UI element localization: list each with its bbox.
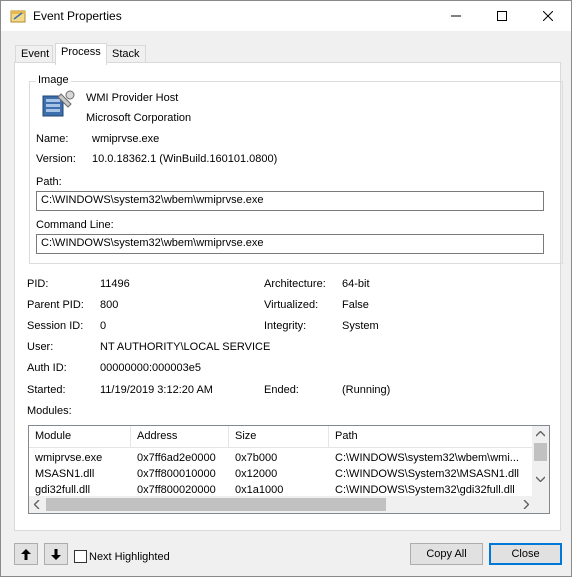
path-cell: C:\WINDOWS\System32\MSASN1.dll	[335, 468, 519, 480]
started-value: 11/19/2019 3:12:20 AM	[100, 384, 213, 396]
path-cell: C:\WINDOWS\system32\wbem\wmi...	[335, 452, 519, 464]
modules-list[interactable]: Module Address Size Path wmiprvse.exe 0x…	[28, 425, 550, 514]
close-icon	[543, 11, 553, 21]
version-value: 10.0.18362.1 (WinBuild.160101.0800)	[92, 153, 278, 165]
process-tab-panel: Image WMI Provider Host Microsoft Corpor…	[14, 62, 563, 531]
window-title: Event Properties	[33, 9, 122, 23]
app-icon	[10, 10, 26, 23]
copy-all-button[interactable]: Copy All	[410, 543, 483, 565]
column-header-path[interactable]: Path	[329, 426, 534, 448]
modules-header: Module Address Size Path	[29, 426, 534, 448]
address-cell: 0x7ff800010000	[137, 468, 216, 480]
scroll-left-icon[interactable]	[34, 500, 40, 509]
pid-value: 11496	[100, 278, 130, 290]
user-value: NT AUTHORITY\LOCAL SERVICE	[100, 341, 271, 353]
path-label: Path:	[36, 176, 62, 188]
ended-value: (Running)	[342, 384, 391, 396]
scroll-right-icon[interactable]	[523, 500, 529, 509]
architecture-value: 64-bit	[342, 278, 370, 290]
address-cell: 0x7ff6ad2e0000	[137, 452, 216, 464]
table-row[interactable]: MSASN1.dll 0x7ff800010000 0x12000 C:\WIN…	[29, 467, 534, 483]
started-label: Started:	[27, 384, 66, 396]
module-cell: wmiprvse.exe	[35, 452, 103, 464]
next-event-button[interactable]	[44, 543, 68, 565]
close-window-button[interactable]	[525, 1, 571, 31]
module-cell: gdi32full.dll	[35, 484, 91, 496]
name-label: Name:	[36, 133, 69, 145]
command-line-field[interactable]: C:\WINDOWS\system32\wbem\wmiprvse.exe	[36, 234, 544, 254]
size-cell: 0x1a1000	[235, 484, 284, 496]
path-cell: C:\WINDOWS\System32\gdi32full.dll	[335, 484, 515, 496]
company-name: Microsoft Corporation	[86, 112, 192, 124]
modules-horizontal-scrollbar[interactable]	[29, 496, 534, 513]
session-id-value: 0	[100, 320, 107, 332]
next-highlighted-checkbox[interactable]	[74, 550, 87, 563]
title-bar[interactable]: Event Properties	[1, 1, 571, 31]
module-cell: MSASN1.dll	[35, 468, 95, 480]
size-cell: 0x7b000	[235, 452, 278, 464]
modules-vertical-scrollbar[interactable]	[532, 426, 549, 513]
previous-event-button[interactable]	[14, 543, 38, 565]
auth-id-value: 00000000:000003e5	[100, 362, 201, 374]
image-group-label: Image	[36, 74, 71, 86]
tab-process[interactable]: Process	[55, 43, 107, 65]
session-id-label: Session ID:	[27, 320, 84, 332]
arrow-down-icon	[51, 548, 61, 560]
user-label: User:	[27, 341, 54, 353]
version-label: Version:	[36, 153, 76, 165]
next-highlighted-label[interactable]: Next Highlighted	[89, 551, 170, 563]
table-row[interactable]: wmiprvse.exe 0x7ff6ad2e0000 0x7b000 C:\W…	[29, 451, 534, 467]
parent-pid-label: Parent PID:	[27, 299, 84, 311]
process-description: WMI Provider Host	[86, 92, 179, 104]
integrity-value: System	[342, 320, 379, 332]
architecture-label: Architecture:	[264, 278, 326, 290]
address-cell: 0x7ff800020000	[137, 484, 216, 496]
virtualized-value: False	[342, 299, 369, 311]
modules-label: Modules:	[27, 405, 72, 417]
parent-pid-value: 800	[100, 299, 119, 311]
column-header-address[interactable]: Address	[131, 426, 229, 448]
scroll-down-icon[interactable]	[536, 476, 545, 482]
virtualized-label: Virtualized:	[264, 299, 319, 311]
arrow-up-icon	[21, 548, 31, 560]
path-field[interactable]: C:\WINDOWS\system32\wbem\wmiprvse.exe	[36, 191, 544, 211]
auth-id-label: Auth ID:	[27, 362, 67, 374]
name-value: wmiprvse.exe	[92, 133, 160, 145]
event-properties-window: Event Properties Event Process Stack Ima…	[0, 0, 572, 577]
maximize-button[interactable]	[479, 1, 525, 31]
column-header-module[interactable]: Module	[29, 426, 131, 448]
close-button[interactable]: Close	[489, 543, 562, 565]
size-cell: 0x12000	[235, 468, 278, 480]
integrity-label: Integrity:	[264, 320, 307, 332]
ended-label: Ended:	[264, 384, 299, 396]
scroll-up-icon[interactable]	[536, 431, 545, 437]
process-icon	[42, 90, 75, 117]
minimize-icon	[451, 15, 461, 17]
pid-label: PID:	[27, 278, 49, 290]
minimize-button[interactable]	[433, 1, 479, 31]
image-group: Image WMI Provider Host Microsoft Corpor…	[29, 74, 563, 264]
horizontal-scroll-thumb[interactable]	[46, 498, 386, 511]
maximize-icon	[497, 11, 507, 21]
column-header-size[interactable]: Size	[229, 426, 329, 448]
command-line-label: Command Line:	[36, 219, 114, 231]
vertical-scroll-thumb[interactable]	[534, 443, 547, 461]
